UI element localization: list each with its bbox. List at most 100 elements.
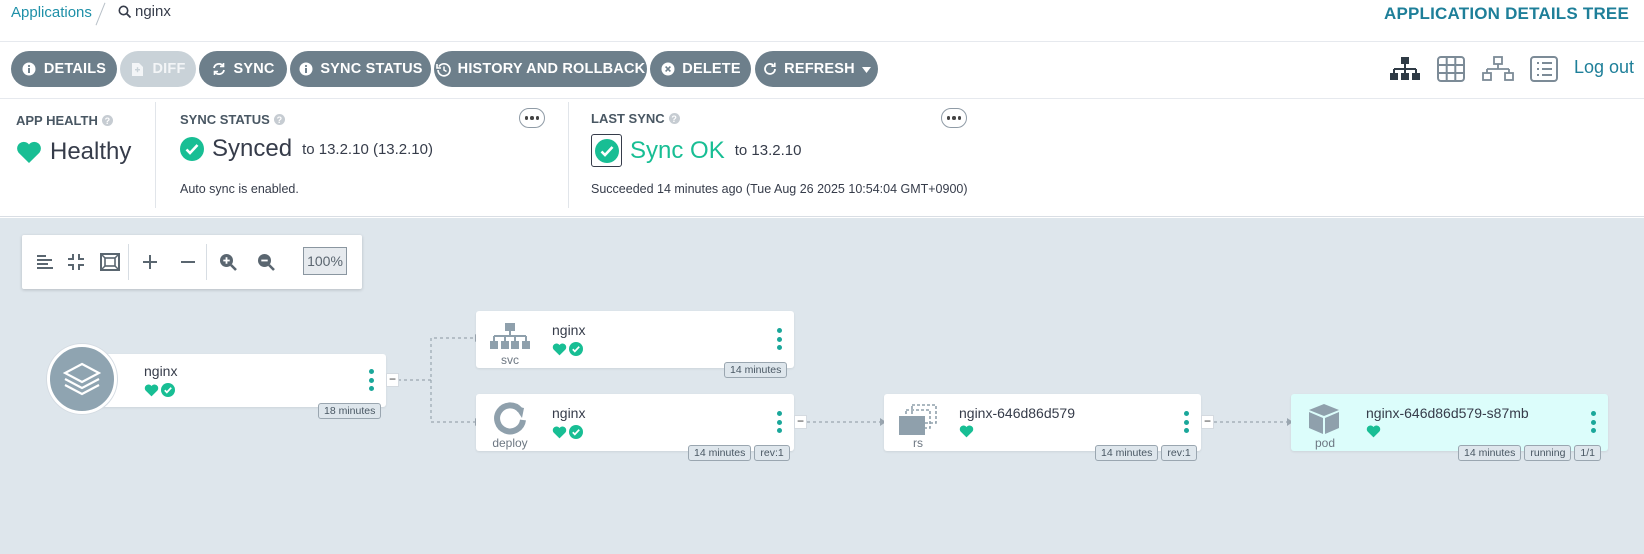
deployment-collapse-toggle[interactable]: − — [794, 415, 807, 429]
search-icon — [118, 5, 132, 18]
app-node-name: nginx — [144, 363, 178, 379]
deployment-node[interactable]: deploy nginx — [476, 394, 794, 451]
history-icon — [435, 62, 451, 77]
info-icon — [22, 62, 37, 77]
sync-status-label: SYNC STATUS ? — [180, 112, 285, 127]
last-sync-text: Sync OK — [630, 136, 725, 164]
replicaset-node[interactable]: rs nginx-646d86d579 — [884, 394, 1201, 451]
last-sync-value: Sync OK to 13.2.10 — [591, 134, 801, 167]
replicaset-collapse-toggle[interactable]: − — [1201, 415, 1214, 429]
network-view-icon[interactable] — [1481, 54, 1515, 84]
page-title: APPLICATION DETAILS TREE — [1383, 4, 1629, 23]
deployment-node-name: nginx — [552, 405, 586, 421]
sync-status-label: SYNC STATUS — [320, 61, 423, 77]
app-health-label: APP HEALTH ? — [16, 113, 113, 128]
last-sync-label-text: LAST SYNC — [591, 111, 665, 126]
service-icon — [490, 323, 530, 349]
service-node-menu-button[interactable] — [774, 328, 784, 350]
status-divider — [155, 102, 156, 208]
delete-button[interactable]: DELETE — [650, 51, 751, 87]
replicaset-kind-label: rs — [913, 436, 923, 450]
revision-tag: rev:1 — [754, 445, 790, 461]
delete-label: DELETE — [682, 61, 741, 77]
service-node-tags: 14 minutes — [724, 362, 788, 378]
service-node[interactable]: svc nginx — [476, 311, 794, 368]
pod-node-status — [1366, 425, 1381, 438]
breadcrumb-applications-link[interactable]: Applications — [11, 4, 92, 21]
app-collapse-toggle[interactable]: − — [386, 373, 399, 387]
check-circle-icon — [161, 383, 175, 397]
heart-icon — [552, 426, 567, 438]
pod-node-name: nginx-646d86d579-s87mb — [1366, 405, 1529, 421]
details-button[interactable]: DETAILS — [11, 51, 117, 87]
details-label: DETAILS — [43, 61, 107, 77]
diff-button[interactable]: DIFF — [120, 51, 196, 87]
tree-view-icon[interactable] — [1388, 54, 1422, 84]
top-bar: Applications nginx APPLICATION DETAILS T… — [0, 0, 1644, 42]
pod-state-tag: running — [1524, 445, 1572, 461]
sync-ok-icon — [591, 134, 622, 167]
app-health-text: Healthy — [50, 138, 132, 165]
breadcrumb-search[interactable]: nginx — [118, 3, 171, 20]
sync-status-more-button[interactable] — [519, 108, 545, 128]
app-health-value: Healthy — [16, 138, 131, 166]
sync-status-button[interactable]: SYNC STATUS — [290, 51, 431, 87]
close-circle-icon — [660, 62, 675, 77]
diff-label: DIFF — [152, 61, 186, 77]
last-sync-target: to 13.2.10 — [734, 142, 802, 159]
heart-icon — [144, 384, 159, 396]
check-circle-icon — [569, 342, 583, 356]
app-node-menu-button[interactable] — [366, 369, 376, 391]
file-diff-icon — [130, 62, 145, 77]
pods-grid-view-icon[interactable] — [1434, 54, 1468, 84]
replicaset-node-menu-button[interactable] — [1181, 411, 1191, 433]
help-icon[interactable]: ? — [668, 113, 680, 124]
pod-node[interactable]: pod nginx-646d86d579-s87mb — [1291, 394, 1608, 451]
deployment-node-menu-button[interactable] — [774, 411, 784, 433]
replicaset-node-name: nginx-646d86d579 — [959, 405, 1075, 421]
edge-app-svc — [398, 337, 475, 381]
help-icon[interactable]: ? — [101, 115, 113, 126]
app-node-tags: 18 minutes — [318, 403, 382, 419]
pod-cube-icon — [1309, 404, 1339, 434]
age-tag: 14 minutes — [688, 445, 752, 461]
history-and-rollback-button[interactable]: HISTORY AND ROLLBACK — [434, 51, 647, 87]
refresh-button[interactable]: REFRESH — [755, 51, 878, 87]
service-node-name: nginx — [552, 322, 586, 338]
help-icon[interactable]: ? — [273, 114, 285, 125]
sync-icon — [211, 62, 226, 77]
check-circle-icon — [180, 137, 204, 161]
service-node-status — [552, 342, 583, 356]
pod-node-menu-button[interactable] — [1588, 411, 1598, 433]
last-sync-label: LAST SYNC ? — [591, 111, 680, 126]
app-node[interactable]: nginx — [80, 354, 386, 407]
last-sync-more-button[interactable] — [941, 108, 967, 128]
last-sync-note: Succeeded 14 minutes ago (Tue Aug 26 202… — [591, 182, 968, 196]
resource-tree-canvas[interactable]: 100% nginx − 18 minutes svc nginx 14 min… — [0, 218, 1644, 554]
pod-node-tags: 14 minutes running 1/1 — [1458, 445, 1602, 461]
app-icon — [47, 344, 117, 414]
app-node-status — [144, 383, 175, 397]
sync-button[interactable]: SYNC — [199, 51, 287, 87]
status-divider — [568, 102, 569, 208]
list-view-icon[interactable] — [1527, 54, 1561, 84]
refresh-label: REFRESH — [784, 61, 855, 77]
heart-icon — [17, 141, 41, 163]
replicaset-icon — [899, 404, 937, 435]
deployment-kind-label: deploy — [492, 436, 528, 450]
sync-label: SYNC — [233, 61, 275, 77]
sync-status-text: Synced — [212, 135, 293, 162]
sync-status-target: to 13.2.10 (13.2.10) — [302, 140, 433, 158]
ready-count-tag: 1/1 — [1574, 445, 1602, 461]
deployment-icon — [494, 402, 526, 435]
sync-status-value: Synced to 13.2.10 (13.2.10) — [180, 135, 433, 163]
refresh-icon — [762, 62, 777, 77]
auto-sync-note: Auto sync is enabled. — [180, 182, 299, 196]
breadcrumb-separator — [95, 2, 106, 26]
logout-link[interactable]: Log out — [1574, 57, 1634, 78]
age-tag: 18 minutes — [318, 403, 382, 419]
heart-icon — [959, 425, 974, 438]
heart-icon — [552, 343, 567, 355]
age-tag: 14 minutes — [1458, 445, 1522, 461]
info-icon — [298, 62, 313, 77]
